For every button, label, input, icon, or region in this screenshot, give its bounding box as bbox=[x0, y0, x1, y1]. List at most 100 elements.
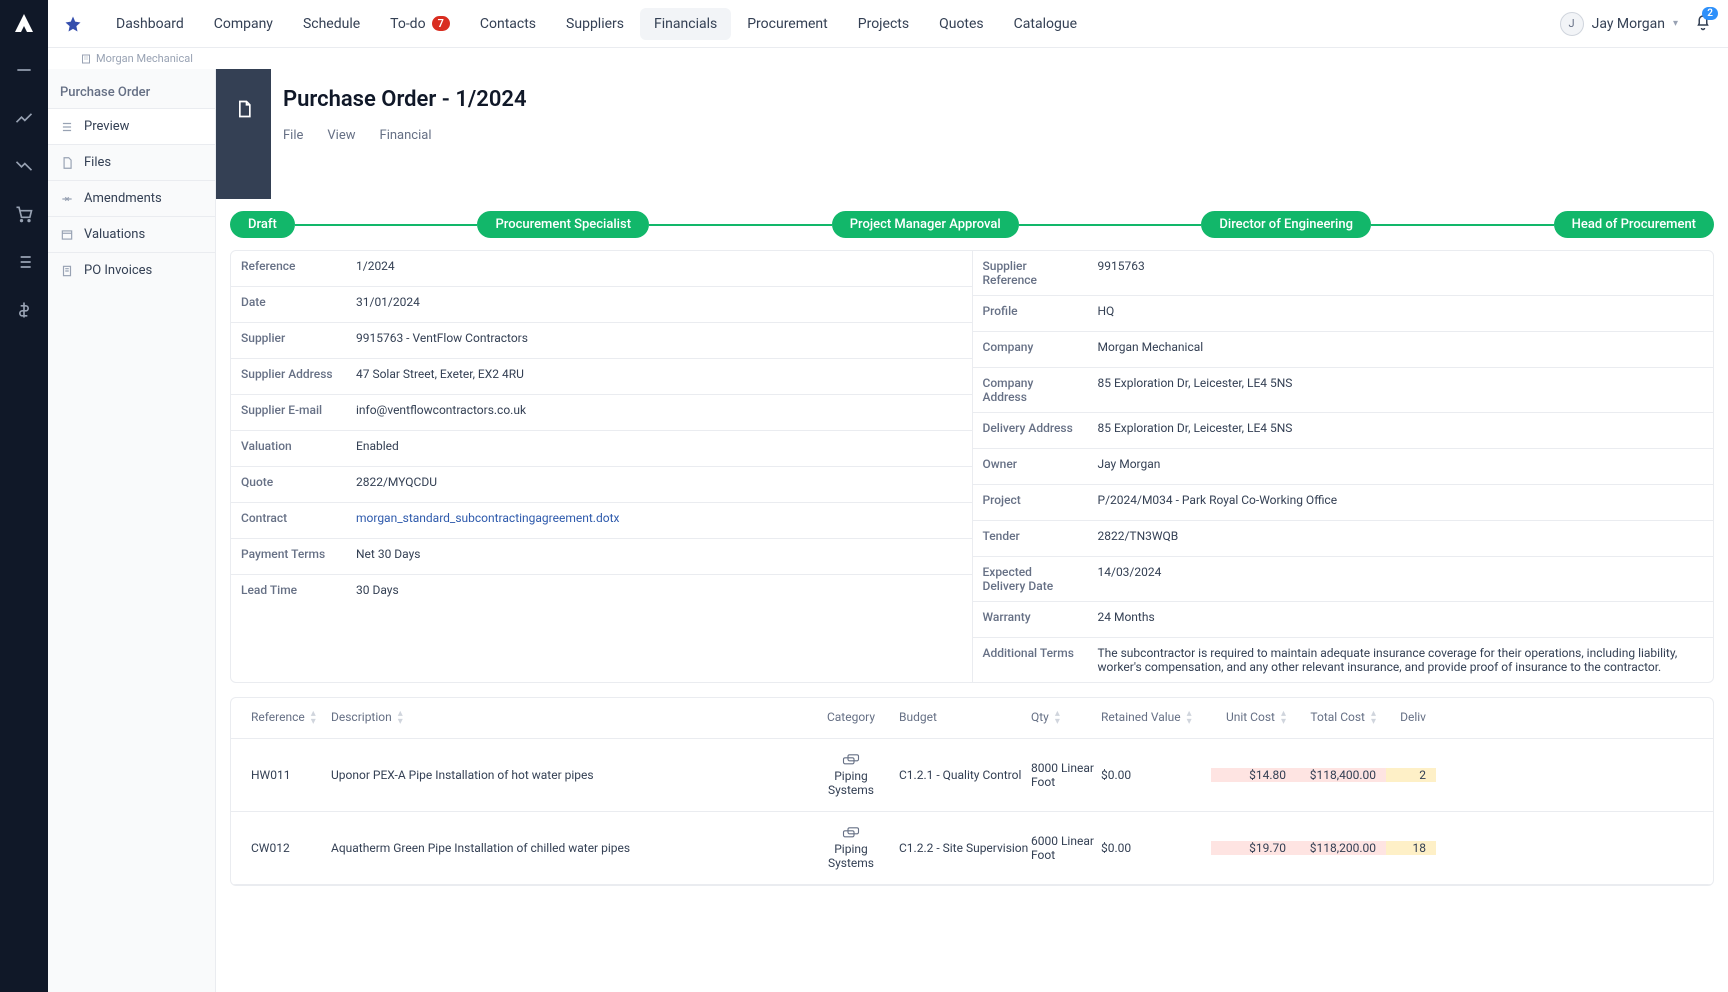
field-label: Tender bbox=[973, 521, 1088, 556]
cell-desc: Aquatherm Green Pipe Installation of chi… bbox=[331, 841, 811, 855]
field-value: P/2024/M034 - Park Royal Co-Working Offi… bbox=[1088, 485, 1348, 520]
nav-financials[interactable]: Financials bbox=[640, 8, 731, 40]
stage-2[interactable]: Project Manager Approval bbox=[832, 211, 1019, 238]
star-icon[interactable] bbox=[64, 15, 82, 33]
field-row: Contractmorgan_standard_subcontractingag… bbox=[231, 503, 972, 539]
sidepanel-files[interactable]: Files bbox=[48, 144, 215, 180]
nav-quotes[interactable]: Quotes bbox=[925, 8, 998, 40]
field-row: Tender2822/TN3WQB bbox=[973, 521, 1714, 557]
page-title: Purchase Order - 1/2024 bbox=[283, 87, 1728, 112]
rail-item-list[interactable] bbox=[0, 240, 48, 284]
rail-item-cart[interactable] bbox=[0, 192, 48, 236]
field-label: Profile bbox=[973, 296, 1088, 331]
field-value: info@ventflowcontractors.co.uk bbox=[346, 395, 536, 430]
cell-desc: Uponor PEX-A Pipe Installation of hot wa… bbox=[331, 768, 811, 782]
cell-budget: C1.2.2 - Site Supervision bbox=[891, 841, 1031, 855]
rail-item-down[interactable] bbox=[0, 144, 48, 188]
col-description[interactable]: Description▴▾ bbox=[331, 710, 811, 726]
nav-contacts[interactable]: Contacts bbox=[466, 8, 550, 40]
rail-item-activity[interactable] bbox=[0, 96, 48, 140]
col-retained[interactable]: Retained Value▴▾ bbox=[1101, 710, 1211, 726]
cell-total: $118,200.00 bbox=[1296, 841, 1386, 855]
nav-to-do[interactable]: To-do7 bbox=[376, 8, 464, 40]
table-row[interactable]: CW012Aquatherm Green Pipe Installation o… bbox=[231, 812, 1713, 885]
col-qty[interactable]: Qty▴▾ bbox=[1031, 710, 1101, 726]
field-value: Jay Morgan bbox=[1088, 449, 1171, 484]
col-reference[interactable]: Reference▴▾ bbox=[231, 710, 331, 726]
sidepanel-po-invoices[interactable]: PO Invoices bbox=[48, 252, 215, 288]
rail-item-1[interactable] bbox=[0, 48, 48, 92]
sidepanel-amendments[interactable]: Amendments bbox=[48, 180, 215, 216]
field-label: Contract bbox=[231, 503, 346, 538]
field-value: 85 Exploration Dr, Leicester, LE4 5NS bbox=[1088, 413, 1303, 448]
sidepanel-label: Valuations bbox=[84, 227, 145, 242]
field-row: Warranty24 Months bbox=[973, 602, 1714, 638]
user-menu[interactable]: J Jay Morgan ▾ bbox=[1560, 12, 1678, 36]
nav-procurement[interactable]: Procurement bbox=[733, 8, 842, 40]
table-row[interactable]: HW011Uponor PEX-A Pipe Installation of h… bbox=[231, 739, 1713, 812]
stage-connector bbox=[295, 224, 478, 226]
col-total-cost[interactable]: Total Cost▴▾ bbox=[1296, 710, 1386, 726]
field-label: Supplier Reference bbox=[973, 251, 1088, 295]
tab-financial[interactable]: Financial bbox=[380, 128, 432, 155]
stage-1[interactable]: Procurement Specialist bbox=[477, 211, 649, 238]
field-row: Payment TermsNet 30 Days bbox=[231, 539, 972, 575]
stage-connector bbox=[1019, 224, 1202, 226]
stage-4[interactable]: Head of Procurement bbox=[1554, 211, 1714, 238]
nav-company[interactable]: Company bbox=[200, 8, 287, 40]
field-label: Company Address bbox=[973, 368, 1088, 412]
field-value: 14/03/2024 bbox=[1088, 557, 1172, 601]
cell-ref: HW011 bbox=[231, 768, 331, 782]
stage-0[interactable]: Draft bbox=[230, 211, 295, 238]
field-value[interactable]: morgan_standard_subcontractingagreement.… bbox=[346, 503, 629, 538]
field-label: Project bbox=[973, 485, 1088, 520]
cell-qty: 6000 Linear Foot bbox=[1031, 834, 1101, 862]
sidepanel-valuations[interactable]: Valuations bbox=[48, 216, 215, 252]
side-panel: Purchase Order PreviewFilesAmendmentsVal… bbox=[48, 69, 216, 992]
field-label: Owner bbox=[973, 449, 1088, 484]
field-row: Supplier Address47 Solar Street, Exeter,… bbox=[231, 359, 972, 395]
user-name: Jay Morgan bbox=[1592, 16, 1665, 32]
left-rail bbox=[0, 0, 48, 992]
sort-icon: ▴▾ bbox=[1371, 710, 1376, 726]
category-icon bbox=[842, 753, 860, 767]
cell-ret: $0.00 bbox=[1101, 768, 1211, 782]
sort-icon: ▴▾ bbox=[1187, 710, 1192, 726]
nav-projects[interactable]: Projects bbox=[844, 8, 923, 40]
field-row: ProfileHQ bbox=[973, 296, 1714, 332]
rail-item-dollar[interactable] bbox=[0, 288, 48, 332]
tab-file[interactable]: File bbox=[283, 128, 303, 155]
field-value: 2822/MYQCDU bbox=[346, 467, 447, 502]
field-label: Supplier E-mail bbox=[231, 395, 346, 430]
notification-bell[interactable]: 2 bbox=[1694, 13, 1712, 35]
cell-ret: $0.00 bbox=[1101, 841, 1211, 855]
field-value: The subcontractor is required to maintai… bbox=[1088, 638, 1714, 682]
nav-suppliers[interactable]: Suppliers bbox=[552, 8, 638, 40]
app-logo[interactable] bbox=[12, 12, 36, 36]
field-label: Company bbox=[973, 332, 1088, 367]
field-row: Supplier Reference9915763 bbox=[973, 251, 1714, 296]
sidepanel-label: Amendments bbox=[84, 191, 162, 206]
nav-catalogue[interactable]: Catalogue bbox=[1000, 8, 1091, 40]
field-label: Expected Delivery Date bbox=[973, 557, 1088, 601]
nav-schedule[interactable]: Schedule bbox=[289, 8, 374, 40]
field-row: Expected Delivery Date14/03/2024 bbox=[973, 557, 1714, 602]
cell-unit: $14.80 bbox=[1211, 768, 1296, 782]
stage-3[interactable]: Director of Engineering bbox=[1201, 211, 1371, 238]
field-row: Delivery Address85 Exploration Dr, Leice… bbox=[973, 413, 1714, 449]
field-label: Date bbox=[231, 287, 346, 322]
col-unit-cost[interactable]: Unit Cost▴▾ bbox=[1211, 710, 1296, 726]
field-row: Supplier E-mailinfo@ventflowcontractors.… bbox=[231, 395, 972, 431]
cell-unit: $19.70 bbox=[1211, 841, 1296, 855]
breadcrumb[interactable]: Morgan Mechanical bbox=[48, 48, 1728, 69]
field-value: 47 Solar Street, Exeter, EX2 4RU bbox=[346, 359, 534, 394]
field-label: Payment Terms bbox=[231, 539, 346, 574]
field-value: 85 Exploration Dr, Leicester, LE4 5NS bbox=[1088, 368, 1303, 412]
nav-dashboard[interactable]: Dashboard bbox=[102, 8, 198, 40]
sidepanel-preview[interactable]: Preview bbox=[48, 108, 215, 144]
col-deliv[interactable]: Deliv bbox=[1386, 710, 1436, 726]
sort-icon: ▴▾ bbox=[1055, 710, 1060, 726]
tab-view[interactable]: View bbox=[327, 128, 355, 155]
line-items-table: Reference▴▾ Description▴▾ Category Budge… bbox=[230, 697, 1714, 886]
cell-total: $118,400.00 bbox=[1296, 768, 1386, 782]
